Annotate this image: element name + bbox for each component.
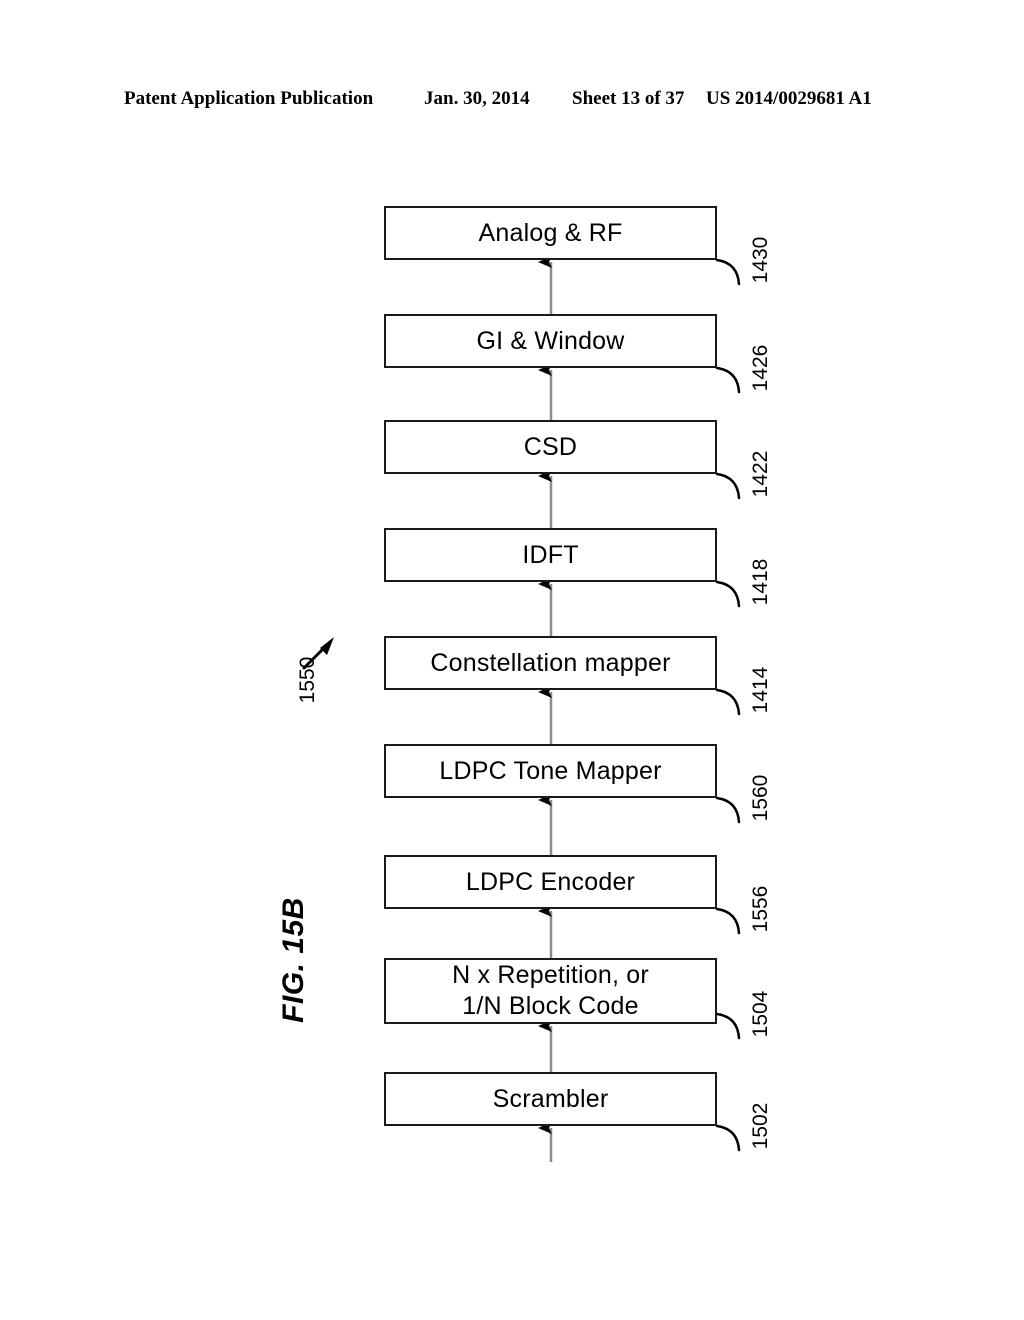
reference-numeral-1422: 1422 xyxy=(749,450,772,498)
figure-caption: FIG. 15B xyxy=(277,897,310,1023)
publication-date: Jan. 30, 2014 xyxy=(424,88,530,109)
leader-1556 xyxy=(715,907,741,935)
block-label-analog-rf: Analog & RF xyxy=(478,218,623,247)
sheet-number: Sheet 13 of 37 xyxy=(572,88,685,109)
reference-leader-group xyxy=(715,258,741,1152)
leader-1430 xyxy=(715,258,741,286)
block-ldpc-encoder[interactable]: LDPC Encoder xyxy=(384,855,717,909)
reference-numeral-1502: 1502 xyxy=(749,1102,772,1150)
reference-numeral-1430: 1430 xyxy=(749,236,772,284)
leader-1504 xyxy=(715,1012,741,1040)
publication-label: Patent Application Publication xyxy=(124,88,374,109)
patent-document-number: US 2014/0029681 A1 xyxy=(706,88,872,109)
reference-numeral-1504: 1504 xyxy=(749,990,772,1038)
block-label-ldpc-tone-mapper: LDPC Tone Mapper xyxy=(439,756,662,785)
leader-1422 xyxy=(715,472,741,500)
block-label-csd: CSD xyxy=(523,432,578,461)
block-ldpc-tone-mapper[interactable]: LDPC Tone Mapper xyxy=(384,744,717,798)
block-repetition-or-block-code[interactable]: N x Repetition, or 1/N Block Code xyxy=(384,958,717,1024)
block-analog-rf[interactable]: Analog & RF xyxy=(384,206,717,260)
reference-numeral-1418: 1418 xyxy=(749,558,772,606)
block-gi-window[interactable]: GI & Window xyxy=(384,314,717,368)
block-csd[interactable]: CSD xyxy=(384,420,717,474)
block-label-scrambler: Scrambler xyxy=(492,1084,609,1113)
flow-reference-1550: 1550 xyxy=(296,656,319,704)
block-constellation-mapper[interactable]: Constellation mapper xyxy=(384,636,717,690)
patent-page-header: Patent Application Publication Jan. 30, … xyxy=(0,88,1024,116)
leader-1414 xyxy=(715,688,741,716)
block-idft[interactable]: IDFT xyxy=(384,528,717,582)
leader-1560 xyxy=(715,796,741,824)
leader-1418 xyxy=(715,580,741,608)
block-label-constellation-mapper: Constellation mapper xyxy=(430,648,671,677)
reference-numeral-1414: 1414 xyxy=(749,666,772,714)
block-label-gi-window: GI & Window xyxy=(476,326,625,355)
reference-numeral-1556: 1556 xyxy=(749,885,772,933)
leader-1426 xyxy=(715,366,741,394)
block-scrambler[interactable]: Scrambler xyxy=(384,1072,717,1126)
block-label-ldpc-encoder: LDPC Encoder xyxy=(465,867,636,896)
block-label-idft: IDFT xyxy=(522,540,579,569)
leader-1502 xyxy=(715,1124,741,1152)
reference-numeral-1426: 1426 xyxy=(749,344,772,392)
reference-numeral-1560: 1560 xyxy=(749,774,772,822)
block-label-repetition-or-block-code: N x Repetition, or 1/N Block Code xyxy=(452,961,649,1020)
